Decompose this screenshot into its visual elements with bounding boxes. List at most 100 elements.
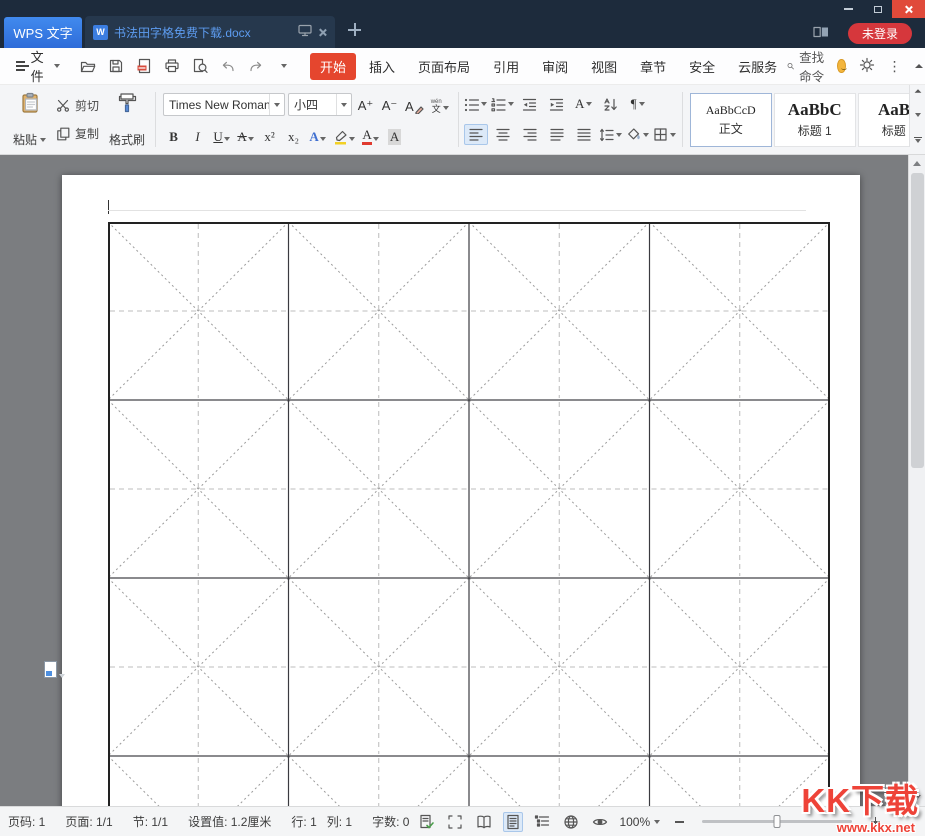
quick-access-more-icon[interactable] [272, 54, 296, 78]
scrollbar-thumb[interactable] [911, 173, 924, 468]
tab-insert[interactable]: 插入 [359, 53, 405, 80]
cut-button[interactable]: 剪切 [53, 95, 102, 116]
find-command-button[interactable]: 查找命令 [787, 47, 824, 85]
style-card-heading1[interactable]: AaBbC 标题 1 [773, 92, 856, 147]
text-tools-button[interactable]: A [572, 94, 596, 115]
zoom-in-button[interactable] [865, 812, 885, 832]
underline-button[interactable]: U [211, 125, 232, 146]
floating-page-icon[interactable] [44, 661, 65, 678]
show-marks-button[interactable]: ¶ [626, 94, 650, 115]
tab-home[interactable]: 开始 [310, 52, 357, 80]
settings-gear-icon[interactable] [859, 57, 875, 76]
file-menu-button[interactable]: 文件 [0, 47, 61, 85]
gallery-expand-icon[interactable] [913, 136, 922, 143]
distribute-button[interactable] [572, 124, 596, 145]
tab-security[interactable]: 安全 [679, 53, 725, 80]
monitor-icon[interactable] [298, 24, 312, 40]
print-button[interactable] [160, 54, 184, 78]
font-size-dropdown-icon[interactable] [336, 94, 351, 116]
fullscreen-icon[interactable] [445, 812, 465, 832]
close-button[interactable] [892, 0, 925, 18]
gallery-scroll-up-icon[interactable] [914, 89, 921, 93]
text-effects-button[interactable]: A [307, 125, 328, 146]
superscript-button[interactable]: x² [259, 125, 280, 146]
style-card-normal[interactable]: AaBbCcD 正文 [689, 92, 772, 147]
page-view-icon[interactable] [503, 811, 524, 832]
vertical-scrollbar[interactable] [908, 155, 925, 806]
style-card-heading2[interactable]: AaBb 标题 2 [857, 92, 909, 147]
zoom-slider[interactable] [702, 815, 853, 828]
copy-button[interactable]: 复制 [53, 123, 102, 144]
clear-format-button[interactable]: A [403, 94, 426, 115]
zoom-out-button[interactable] [669, 812, 689, 832]
borders-button[interactable] [653, 124, 677, 145]
font-family-dropdown-icon[interactable] [269, 94, 284, 116]
login-button[interactable]: 未登录 [847, 23, 912, 44]
text-cursor [108, 200, 109, 214]
paste-button[interactable]: 粘贴 [8, 87, 51, 152]
document-tab[interactable]: W 书法田字格免费下载.docx [85, 16, 335, 48]
eye-protection-icon[interactable] [590, 812, 610, 832]
new-tab-button[interactable] [348, 23, 362, 37]
align-center-button[interactable] [491, 124, 515, 145]
char-shading-button[interactable]: A [384, 125, 405, 146]
increase-font-button[interactable]: A⁺ [355, 94, 376, 115]
strikethrough-button[interactable]: A [235, 125, 256, 146]
align-left-button[interactable] [463, 124, 488, 146]
feedback-smiley-icon[interactable] [837, 59, 848, 73]
increase-indent-button[interactable] [545, 94, 569, 115]
web-layout-icon[interactable] [561, 812, 581, 832]
spellcheck-icon[interactable] [419, 812, 435, 832]
tab-references[interactable]: 引用 [483, 53, 529, 80]
redo-button[interactable] [244, 54, 268, 78]
sort-button[interactable] [599, 94, 623, 115]
export-pdf-button[interactable] [132, 54, 156, 78]
pinyin-guide-button[interactable]: wén 文 [429, 94, 451, 115]
font-size-combo[interactable]: 小四 [288, 93, 353, 117]
scroll-up-button[interactable] [909, 155, 925, 172]
collapse-ribbon-icon[interactable] [914, 64, 923, 68]
highlight-color-button[interactable] [331, 125, 357, 146]
zoom-slider-thumb[interactable] [773, 815, 781, 828]
style-name: 标题 2 [881, 124, 909, 138]
decrease-font-button[interactable]: A⁻ [379, 94, 400, 115]
gallery-scroll-down-icon[interactable] [914, 112, 921, 117]
line-spacing-button[interactable] [599, 124, 623, 145]
read-mode-icon[interactable] [474, 812, 494, 832]
justify-button[interactable] [545, 124, 569, 145]
more-menu-icon[interactable]: ⋮ [888, 59, 902, 73]
scroll-down-button[interactable] [909, 789, 925, 806]
wps-app-button[interactable]: WPS 文字 [4, 17, 82, 48]
status-word-count[interactable]: 字数: 0 [372, 813, 409, 830]
wps-app-button-label: WPS 文字 [13, 26, 73, 41]
window-dock-icon[interactable] [813, 25, 829, 42]
bold-button[interactable]: B [163, 125, 184, 146]
tab-cloud[interactable]: 云服务 [728, 53, 787, 80]
numbered-list-button[interactable] [491, 94, 515, 115]
subscript-button[interactable]: x₂ [283, 125, 304, 146]
wps-writer-window: WPS 文字 W 书法田字格免费下载.docx 未登录 文件 开始 插入 页面布… [0, 0, 925, 836]
open-button[interactable] [76, 54, 100, 78]
format-painter-button[interactable]: 格式刷 [104, 87, 150, 152]
font-color-dropdown-icon [372, 136, 379, 141]
decrease-indent-button[interactable] [518, 94, 542, 115]
zoom-level-button[interactable]: 100% [619, 815, 661, 829]
align-right-button[interactable] [518, 124, 542, 145]
tab-view[interactable]: 视图 [581, 53, 627, 80]
font-family-combo[interactable]: Times New Roman [163, 93, 286, 117]
tab-review[interactable]: 审阅 [532, 53, 578, 80]
maximize-button[interactable] [863, 0, 892, 18]
minimize-button[interactable] [834, 0, 863, 18]
tab-page-layout[interactable]: 页面布局 [408, 53, 480, 80]
save-button[interactable] [104, 54, 128, 78]
undo-button[interactable] [216, 54, 240, 78]
font-color-button[interactable]: A [360, 125, 381, 146]
tab-close-icon[interactable] [318, 28, 327, 37]
outline-view-icon[interactable] [532, 812, 552, 832]
document-page[interactable] [62, 175, 860, 806]
bullet-list-button[interactable] [464, 94, 488, 115]
shading-button[interactable] [626, 124, 650, 145]
tab-section[interactable]: 章节 [630, 53, 676, 80]
print-preview-button[interactable] [188, 54, 212, 78]
italic-button[interactable]: I [187, 125, 208, 146]
